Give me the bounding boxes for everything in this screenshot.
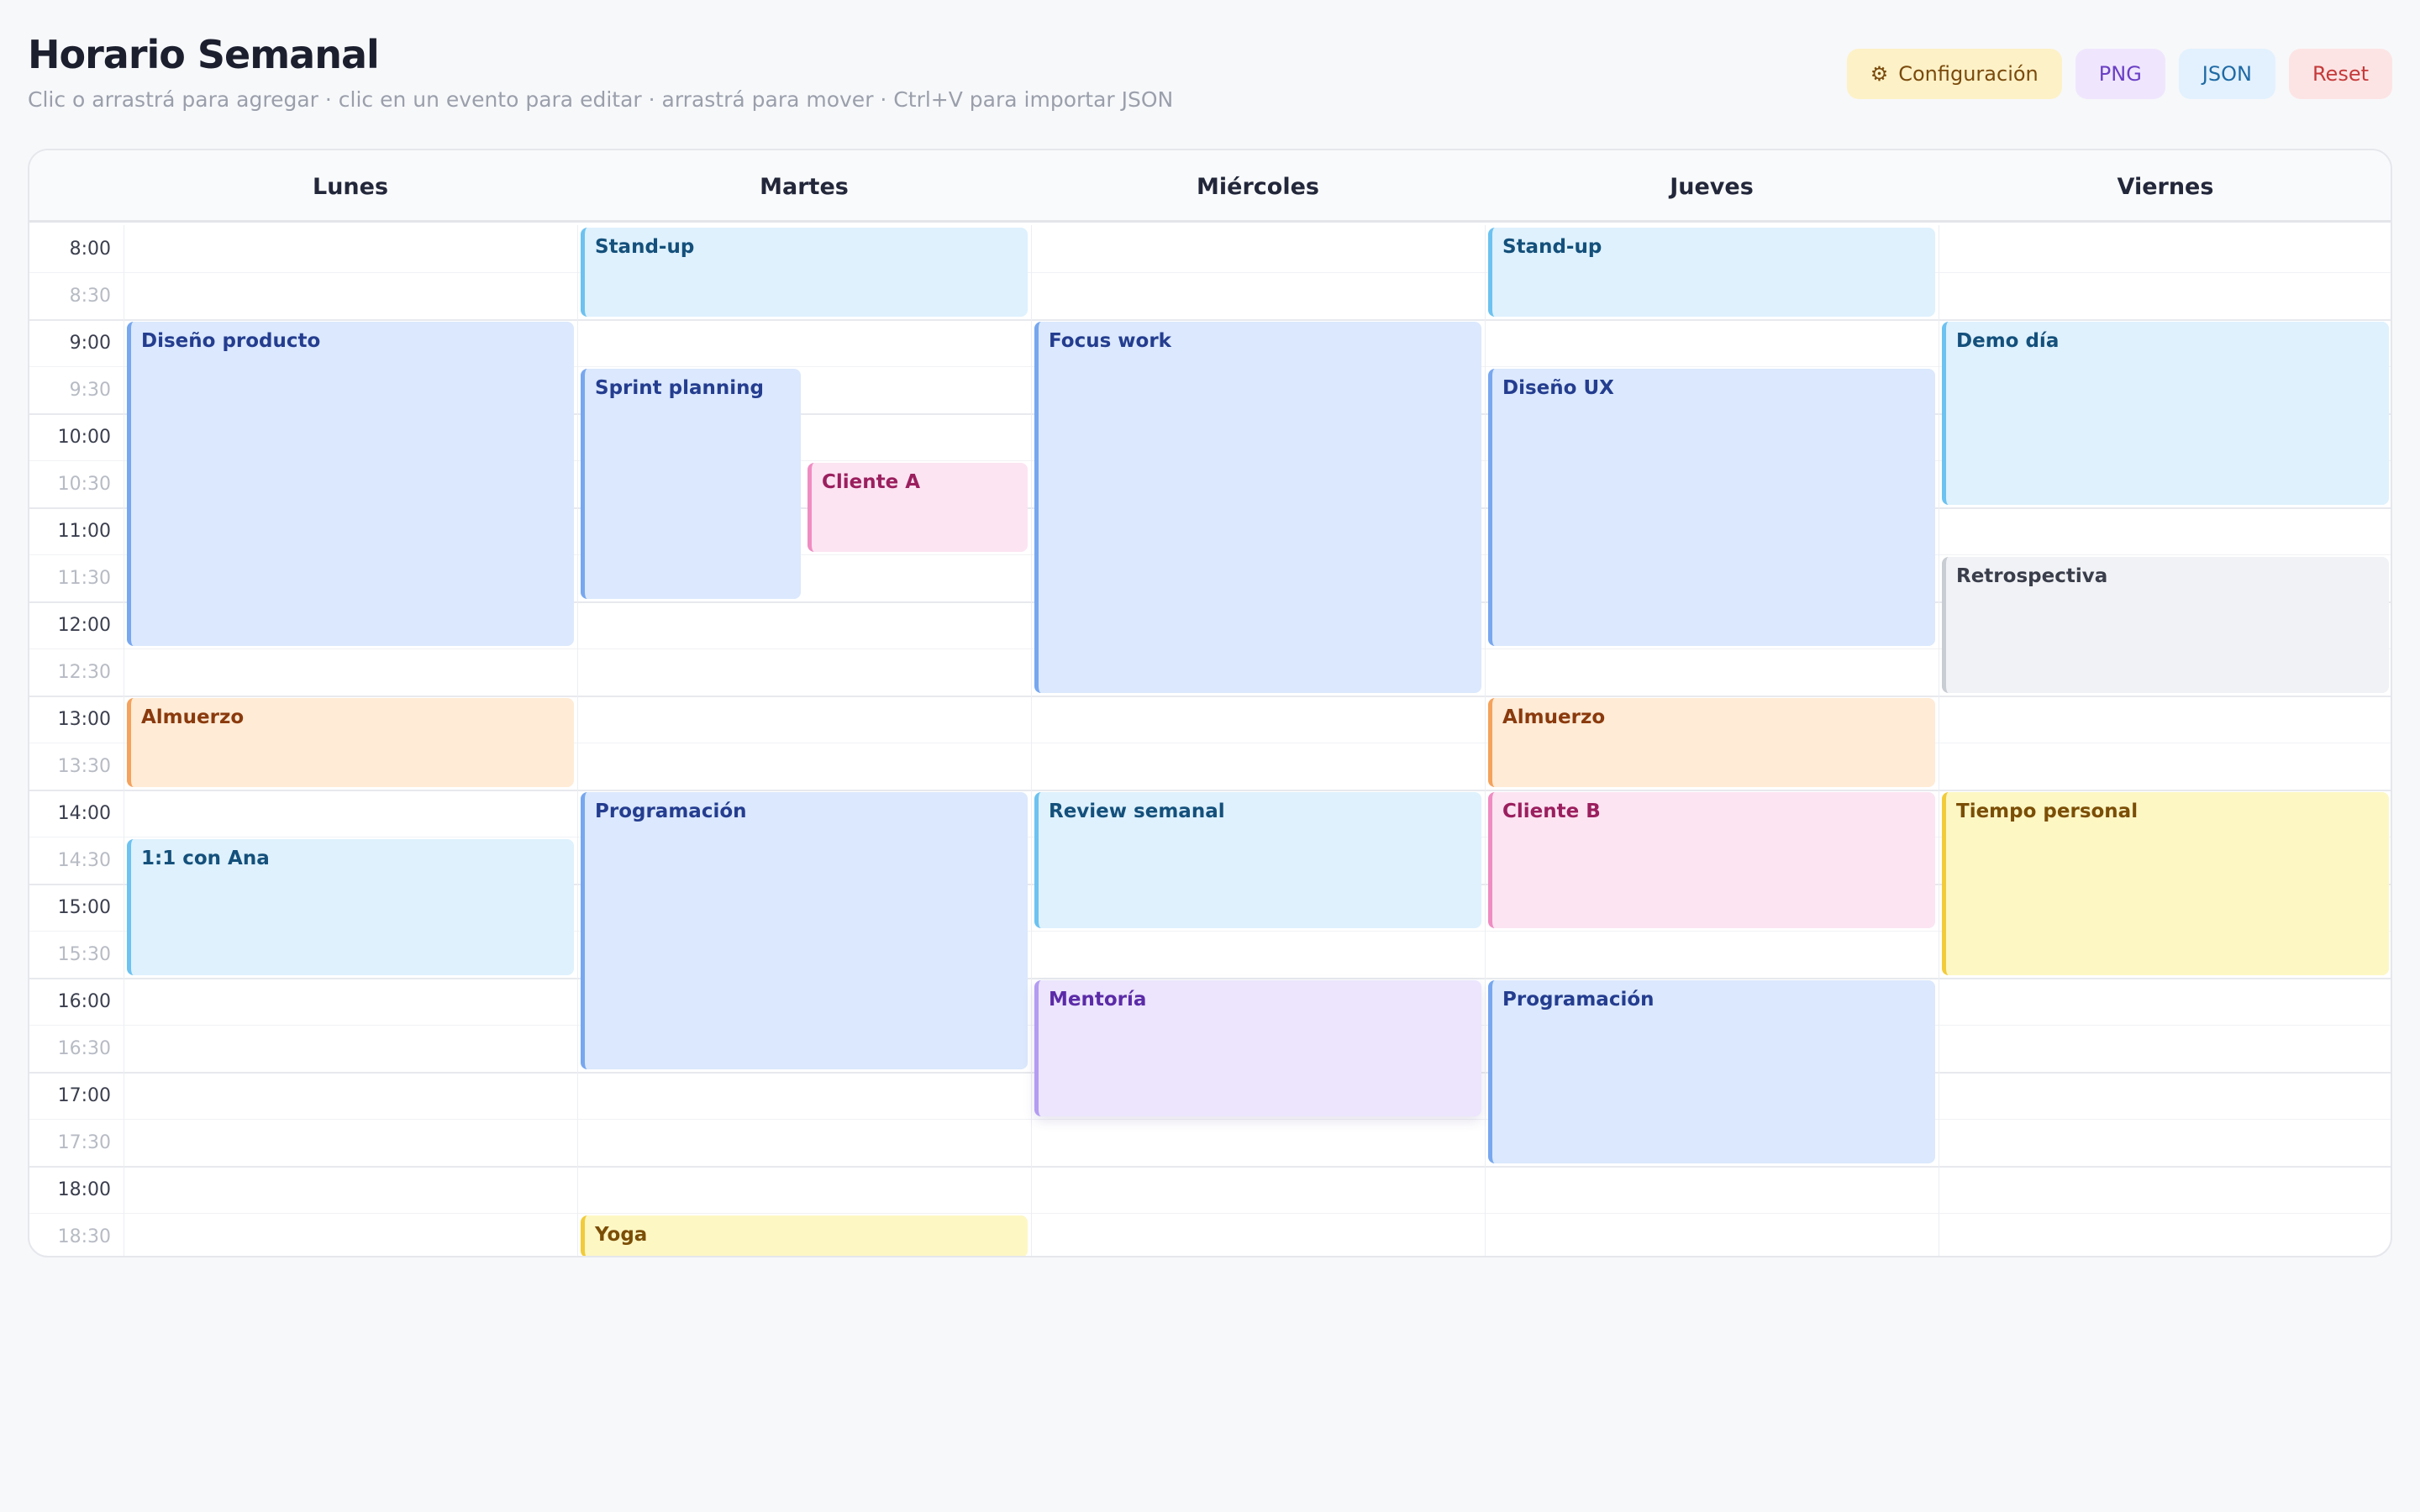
day-header-row: Lunes Martes Miércoles Jueves Viernes [29,150,2391,223]
time-label: 14:30 [57,849,111,871]
calendar-event[interactable]: Yoga [581,1215,1028,1256]
event-title: Diseño producto [141,330,321,352]
event-title: Cliente A [822,471,921,493]
day-header-1: Martes [760,173,849,200]
gear-icon: ⚙ [1870,62,1889,86]
time-label: 12:00 [57,614,111,636]
time-gridline [29,272,2391,273]
page-header: Horario Semanal Clic o arrastrá para agr… [28,32,2392,116]
event-title: Programación [595,801,747,822]
time-gridline [29,319,2391,321]
event-title: Almuerzo [1502,706,1606,728]
time-label: 11:00 [57,520,111,542]
event-title: 1:1 con Ana [141,848,270,869]
calendar-event[interactable]: Stand-up [1488,228,1935,317]
time-label: 15:30 [57,943,111,965]
time-label: 17:00 [57,1084,111,1106]
weekly-calendar-grid: Lunes Martes Miércoles Jueves Viernes 8:00 8:… [28,149,2392,1257]
export-json-button[interactable]: JSON [2178,49,2275,99]
time-label: 18:30 [57,1226,111,1247]
time-gridline [29,696,2391,697]
calendar-event[interactable]: Cliente B [1488,792,1935,928]
calendar-event[interactable]: Retrospectiva [1942,557,2389,693]
calendar-event[interactable]: Diseño producto [127,322,574,646]
export-png-button[interactable]: PNG [2075,49,2165,99]
time-label: 17:30 [57,1131,111,1153]
calendar-event[interactable]: Stand-up [581,228,1028,317]
event-title: Demo día [1956,330,2060,352]
event-title: Sprint planning [595,377,764,399]
event-title: Focus work [1049,330,1171,352]
page-subtitle: Clic o arrastrá para agregar · clic en u… [28,87,1174,112]
calendar-event[interactable]: Mentoría [1034,980,1481,1116]
calendar-event[interactable]: Almuerzo [1488,698,1935,787]
time-label: 10:00 [57,426,111,448]
day-header-3: Jueves [1670,173,1754,200]
time-label: 16:30 [57,1037,111,1059]
day-column-divider [1485,225,1486,1256]
time-column: 8:00 8:30 9:00 9:30 10:00 10:30 11:00 11:30 12:0… [29,225,124,1256]
calendar-event[interactable]: Tiempo personal [1942,792,2389,975]
event-title: Yoga [595,1224,648,1246]
time-label: 10:30 [57,473,111,495]
event-title: Mentoría [1049,989,1147,1011]
time-label: 15:00 [57,896,111,918]
calendar-body[interactable]: 8:00 8:30 9:00 9:30 10:00 10:30 11:00 11:30 12:0… [29,225,2391,1256]
event-title: Stand-up [1502,236,1602,258]
event-title: Stand-up [595,236,695,258]
reset-button[interactable]: Reset [2288,49,2392,99]
time-label: 18:00 [57,1179,111,1200]
calendar-event[interactable]: 1:1 con Ana [127,839,574,975]
calendar-event[interactable]: Cliente A [808,463,1028,552]
calendar-event[interactable]: Focus work [1034,322,1481,693]
page-title: Horario Semanal [28,32,380,77]
calendar-event[interactable]: Diseño UX [1488,369,1935,646]
event-title: Tiempo personal [1956,801,2139,822]
config-button-label: Configuración [1898,62,2039,86]
time-gridline [29,1213,2391,1214]
time-label: 8:30 [69,285,111,307]
time-label: 8:00 [69,238,111,260]
calendar-event[interactable]: Almuerzo [127,698,574,787]
time-label: 13:00 [57,708,111,730]
day-header-4: Viernes [2117,173,2214,200]
day-column-divider [1031,225,1032,1256]
event-title: Diseño UX [1502,377,1614,399]
time-label: 14:00 [57,802,111,824]
event-title: Cliente B [1502,801,1601,822]
time-label: 9:00 [69,332,111,354]
time-gridline [29,790,2391,791]
day-column-divider [577,225,578,1256]
calendar-event[interactable]: Programación [1488,980,1935,1163]
config-button[interactable]: ⚙ Configuración [1846,49,2062,99]
event-title: Almuerzo [141,706,245,728]
event-title: Retrospectiva [1956,565,2108,587]
time-label: 11:30 [57,567,111,589]
time-label: 16:00 [57,990,111,1012]
day-header-0: Lunes [312,173,389,200]
time-label: 9:30 [69,379,111,401]
time-gridline [29,1166,2391,1168]
event-title: Programación [1502,989,1655,1011]
time-gridline [29,1119,2391,1120]
calendar-event[interactable]: Demo día [1942,322,2389,505]
event-title: Review semanal [1049,801,1225,822]
day-header-2: Miércoles [1197,173,1319,200]
calendar-event[interactable]: Sprint planning [581,369,801,599]
time-label: 13:30 [57,755,111,777]
calendar-event[interactable]: Programación [581,792,1028,1069]
time-gridline [29,978,2391,979]
toolbar: ⚙ Configuración PNG JSON Reset [1846,49,2392,99]
time-label: 12:30 [57,661,111,683]
calendar-event[interactable]: Review semanal [1034,792,1481,928]
